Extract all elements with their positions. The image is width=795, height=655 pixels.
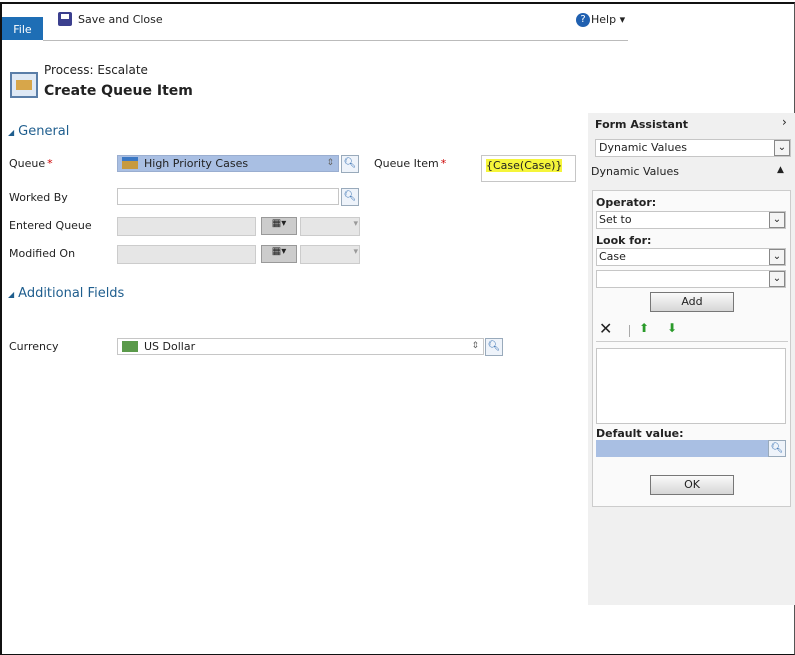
label-text: Queue Item [374, 157, 439, 170]
look-for-label: Look for: [596, 234, 652, 247]
form-assistant-title: Form Assistant [595, 118, 689, 131]
required-marker: * [440, 157, 447, 170]
modified-on-time[interactable]: ▾ [300, 245, 360, 264]
default-value-label: Default value: [596, 427, 684, 440]
spinner-icon: ⇕ [326, 158, 334, 168]
currency-lookup-field[interactable]: US Dollar ⇕ [117, 338, 484, 355]
currency-label: Currency [9, 340, 59, 353]
label-text: Queue [9, 157, 46, 170]
currency-lookup-icon[interactable]: 🔍︎ [485, 338, 503, 356]
queue-value: High Priority Cases [144, 157, 249, 170]
queue-icon [122, 157, 138, 169]
divider [596, 341, 788, 342]
help-icon[interactable]: ? [576, 13, 590, 27]
process-label: Process: Escalate [44, 63, 148, 77]
required-marker: * [47, 157, 53, 170]
chevron-down-icon[interactable]: ⌄ [769, 271, 785, 287]
queue-lookup-icon[interactable]: 🔍︎ [341, 155, 359, 173]
collapse-triangle-icon: ◢ [8, 128, 15, 137]
section-general[interactable]: ◢ General [8, 124, 69, 139]
entered-queue-date[interactable] [117, 217, 256, 236]
chevron-down-icon: ▾ [353, 247, 358, 257]
chevron-down-icon[interactable]: ⌄ [774, 140, 790, 156]
worked-by-field[interactable] [117, 188, 339, 205]
chevron-right-icon[interactable]: › [782, 115, 787, 129]
page-title: Create Queue Item [44, 83, 193, 99]
add-button[interactable]: Add [650, 292, 734, 312]
ok-button[interactable]: OK [650, 475, 734, 495]
modified-on-label: Modified On [9, 247, 76, 260]
select-value: Set to [599, 213, 632, 226]
move-up-icon[interactable]: ⬆ [639, 321, 649, 335]
calendar-button[interactable]: ▦▾ [261, 217, 297, 235]
calendar-button[interactable]: ▦▾ [261, 245, 297, 263]
section-title: General [18, 124, 70, 139]
entered-queue-time[interactable]: ▾ [300, 217, 360, 236]
collapse-triangle-icon: ◢ [8, 290, 15, 299]
delete-icon[interactable]: ✕ [599, 319, 612, 338]
worked-by-label: Worked By [9, 191, 68, 204]
toolbar-divider [43, 40, 628, 41]
currency-icon [122, 341, 138, 352]
select-value: Dynamic Values [599, 141, 687, 154]
default-value-lookup-icon[interactable]: 🔍︎ [768, 440, 786, 457]
section-title: Additional Fields [18, 286, 125, 301]
dynamic-values-list[interactable] [596, 348, 786, 424]
queue-lookup-field[interactable]: High Priority Cases ⇕ [117, 155, 339, 172]
move-down-icon[interactable]: ⬇ [667, 321, 677, 335]
assistant-select[interactable]: Dynamic Values ⌄ [595, 139, 791, 157]
collapse-up-icon[interactable]: ▲ [777, 165, 784, 175]
chevron-down-icon[interactable]: ⌄ [769, 212, 785, 228]
default-value-field[interactable]: 🔍︎ [596, 440, 786, 457]
queue-label: Queue * [9, 157, 53, 170]
dynamic-values-header: Dynamic Values [591, 165, 679, 178]
chevron-down-icon[interactable]: ⌄ [769, 249, 785, 265]
queue-item-field[interactable]: {Case(Case)} [481, 155, 576, 182]
select-value: Case [599, 250, 626, 263]
chevron-down-icon: ▾ [353, 219, 358, 229]
form-assistant-panel: Form Assistant › Dynamic Values ⌄ Dynamic… [588, 113, 795, 605]
spinner-icon: ⇕ [471, 341, 479, 351]
operator-select[interactable]: Set to ⌄ [596, 211, 786, 229]
look-for-select[interactable]: Case ⌄ [596, 248, 786, 266]
queue-item-entity-icon [10, 72, 38, 98]
modified-on-date[interactable] [117, 245, 256, 264]
dynamic-values-box: Operator: Set to ⌄ Look for: Case ⌄ ⌄ Add … [592, 190, 791, 507]
queue-item-label: Queue Item * [374, 157, 446, 170]
worked-by-lookup-icon[interactable]: 🔍︎ [341, 188, 359, 206]
toolbar-separator [629, 325, 630, 337]
save-and-close-button[interactable]: Save and Close [78, 13, 163, 26]
attribute-select[interactable]: ⌄ [596, 270, 786, 288]
file-tab[interactable]: File [2, 17, 43, 40]
currency-value: US Dollar [144, 340, 196, 353]
save-icon [58, 12, 72, 26]
operator-label: Operator: [596, 196, 657, 209]
entered-queue-label: Entered Queue [9, 219, 92, 232]
section-additional-fields[interactable]: ◢ Additional Fields [8, 286, 124, 301]
queue-item-value: {Case(Case)} [486, 159, 563, 172]
help-button[interactable]: Help ▾ [591, 13, 625, 26]
